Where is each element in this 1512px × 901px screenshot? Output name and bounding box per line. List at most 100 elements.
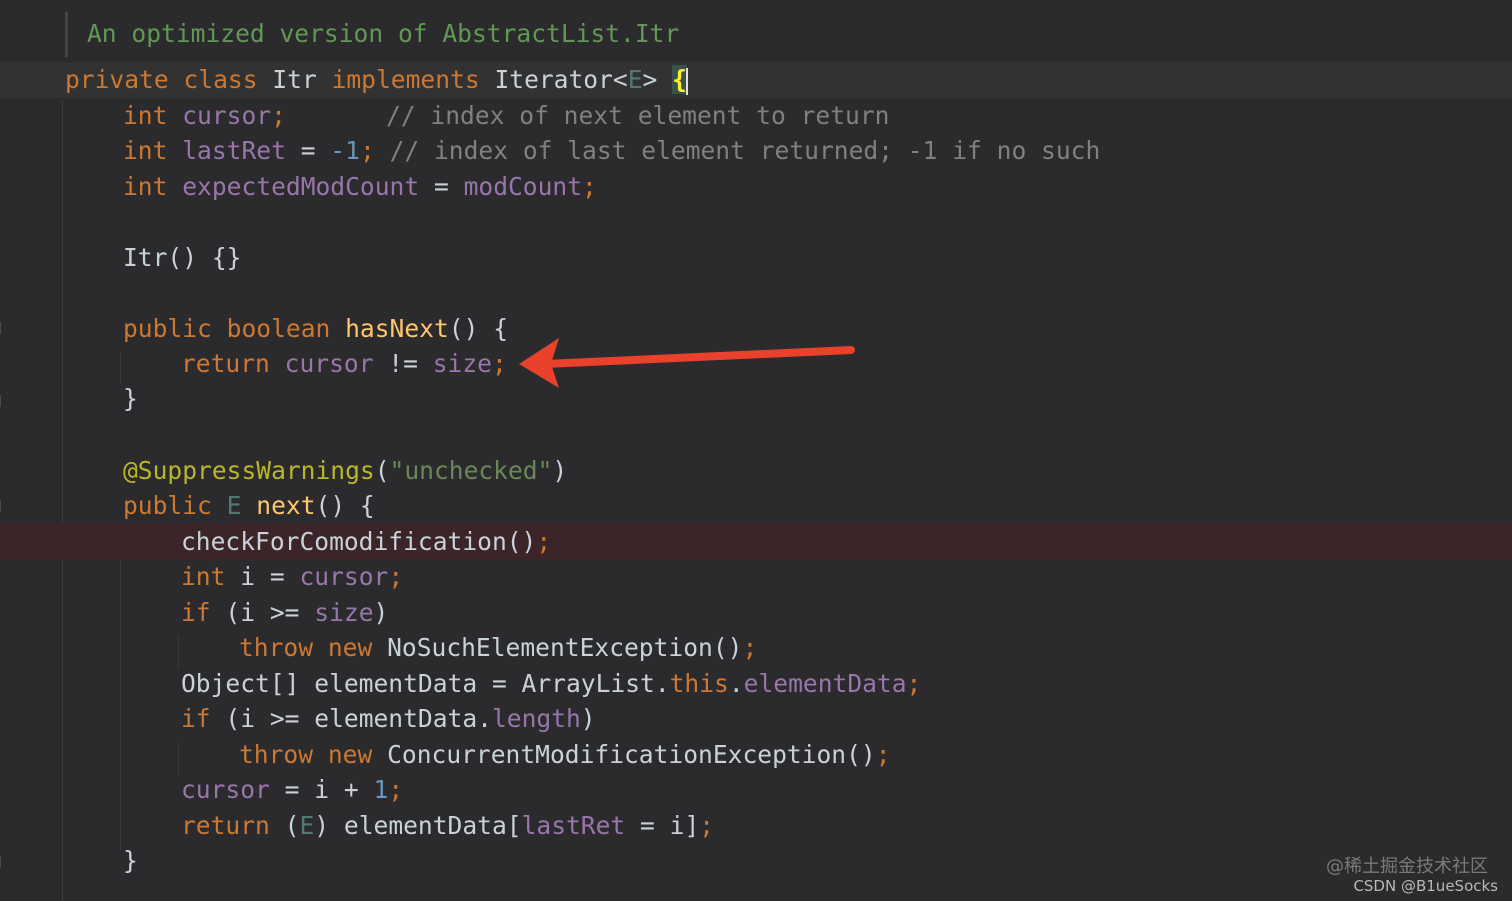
keyword-int: int (123, 101, 168, 130)
line-comment: // index of next element to return (386, 101, 890, 130)
doc-comment: An optimized version of AbstractList.Itr (87, 19, 680, 48)
exception-class: ConcurrentModificationException() (387, 740, 876, 769)
method-params: () { (448, 314, 509, 343)
exception-class: NoSuchElementException() (387, 633, 743, 662)
keyword-return: return (181, 349, 270, 378)
semicolon: ; (388, 562, 404, 591)
semicolon: ; (742, 633, 758, 662)
semicolon: ; (699, 811, 715, 840)
operator: = (285, 136, 331, 165)
condition: (i >= (210, 598, 315, 627)
field-size: size (432, 349, 492, 378)
semicolon: ; (906, 669, 922, 698)
keyword-boolean: boolean (226, 314, 331, 343)
operator: = (419, 172, 464, 201)
paren: ( (269, 811, 300, 840)
text-caret (685, 67, 688, 95)
code-line-constructor: Itr() {} (0, 240, 1512, 276)
semicolon: ; (359, 136, 375, 165)
method-name-next: next (256, 491, 316, 520)
semicolon: ; (536, 527, 552, 556)
dot: . (728, 669, 744, 698)
field-lastret: lastRet (521, 811, 626, 840)
interface-name: Iterator< (494, 65, 628, 94)
string-literal: "unchecked" (389, 456, 553, 485)
code-line-next-4: throw new NoSuchElementException(); (0, 630, 1512, 666)
keyword-new: new (327, 740, 373, 769)
paren: ) (373, 598, 389, 627)
assignment: = i + (269, 775, 374, 804)
field-length: length (491, 704, 581, 733)
keyword-this: this (669, 669, 729, 698)
keyword-throw: throw (239, 633, 314, 662)
semicolon: ; (875, 740, 891, 769)
watermark-csdn: CSDN @B1ueSocks (1353, 877, 1498, 895)
declaration: Object[] elementData = ArrayList. (181, 669, 670, 698)
keyword-implements: implements (331, 65, 480, 94)
keyword-class: class (183, 65, 258, 94)
field-cursor: cursor (299, 562, 389, 591)
keyword-throw: throw (239, 740, 314, 769)
line-comment: // index of last element returned; -1 if… (389, 136, 1101, 165)
keyword-int: int (181, 562, 226, 591)
code-line-next-decl: public E next() { (0, 488, 1512, 524)
close-brace: } (123, 384, 138, 413)
code-line-field-lastret: int lastRet = -1; // index of last eleme… (0, 133, 1512, 169)
code-line-field-cursor: int cursor; // index of next element to … (0, 98, 1512, 134)
method-name-hasnext: hasNext (345, 314, 449, 343)
type-param: E (627, 65, 643, 94)
keyword-if: if (181, 704, 211, 733)
semicolon: ; (388, 775, 404, 804)
annotation-name: @SuppressWarnings (123, 456, 375, 485)
index-expr: = i] (625, 811, 700, 840)
field-elementdata: elementData (743, 669, 907, 698)
field-lastret: lastRet (182, 136, 286, 165)
method-params: () { (315, 491, 375, 520)
number-literal: -1 (330, 136, 360, 165)
field-cursor: cursor (182, 101, 272, 130)
class-name: Itr (272, 65, 317, 94)
field-cursor: cursor (284, 349, 374, 378)
annotation-arrow-icon (519, 338, 855, 388)
paren: ) (580, 704, 596, 733)
field-modcount: modCount (463, 172, 583, 201)
keyword-public: public (123, 491, 212, 520)
code-line-doc: An optimized version of AbstractList.Itr (0, 16, 1512, 52)
keyword-int: int (123, 136, 168, 165)
semicolon: ; (271, 101, 286, 130)
keyword-return: return (181, 811, 270, 840)
semicolon: ; (582, 172, 597, 201)
code-line-next-5: Object[] elementData = ArrayList.this.el… (0, 666, 1512, 702)
code-line-annotation: @SuppressWarnings("unchecked") (0, 453, 1512, 489)
keyword-new: new (327, 633, 373, 662)
operator: != (373, 349, 433, 378)
keyword-if: if (181, 598, 211, 627)
matched-brace: { (672, 65, 687, 94)
keyword-public: public (123, 314, 212, 343)
code-editor[interactable]: An optimized version of AbstractList.Itr… (0, 0, 1512, 901)
close-brace: } (123, 846, 138, 875)
watermark-juejin: @稀土掘金技术社区 (1326, 856, 1488, 877)
class-declaration: private class Itr implements Iterator<E>… (65, 62, 688, 98)
code-line-next-7: throw new ConcurrentModificationExceptio… (0, 737, 1512, 773)
code-line-next-3: if (i >= size) (0, 595, 1512, 631)
constructor: Itr() {} (123, 243, 242, 272)
paren: ( (374, 456, 390, 485)
code-line-next-8: cursor = i + 1; (0, 772, 1512, 808)
keyword-private: private (65, 65, 169, 94)
interface-close: > (642, 65, 673, 94)
method-call: checkForComodification() (181, 527, 537, 556)
code-line-close-brace: } (0, 843, 1512, 879)
field-size: size (314, 598, 374, 627)
type-param: E (226, 491, 242, 520)
keyword-int: int (123, 172, 168, 201)
code-line-next-2: int i = cursor; (0, 559, 1512, 595)
number-literal: 1 (373, 775, 389, 804)
code-line-field-emc: int expectedModCount = modCount; (0, 169, 1512, 205)
array-access: ) elementData[ (314, 811, 522, 840)
code-line-breakpoint: checkForComodification(); (0, 524, 1512, 560)
code-line-next-6: if (i >= elementData.length) (0, 701, 1512, 737)
code-line-next-9: return (E) elementData[lastRet = i]; (0, 808, 1512, 844)
code-line-class-decl: private class Itr implements Iterator<E>… (0, 62, 1512, 98)
assignment: i = (225, 562, 300, 591)
